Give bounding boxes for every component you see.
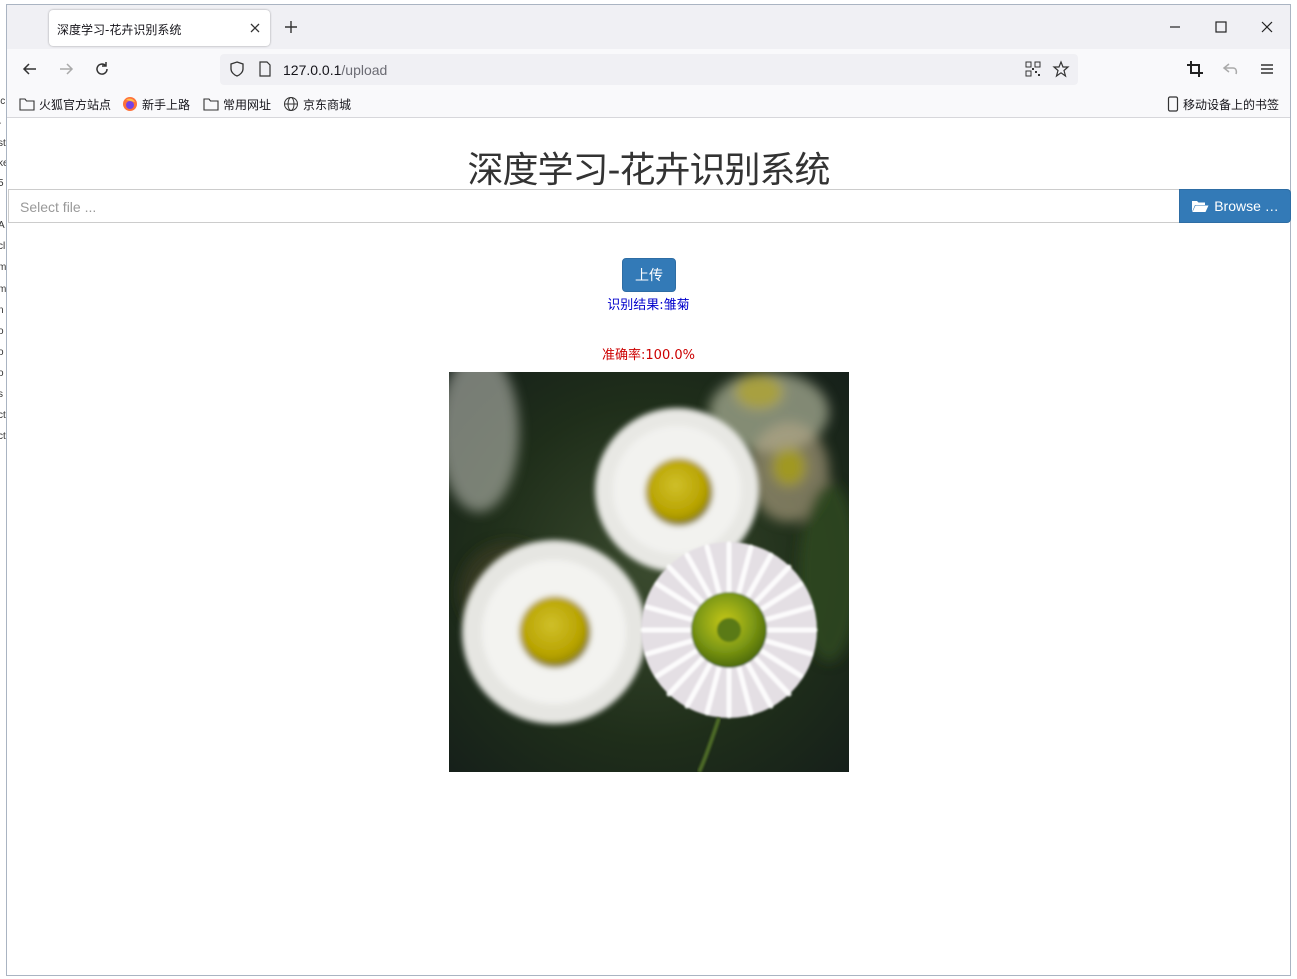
undo-icon[interactable] [1221,59,1241,79]
accuracy-text: 准确率:100.0% [602,348,695,363]
browser-window: 深度学习-花卉识别系统 127.0.0.1/upload 火狐官方站点 新手上路… [6,4,1291,976]
qr-code-icon[interactable] [1025,61,1041,77]
file-input-placeholder: Select file ... [20,199,97,215]
firefox-icon [123,97,137,111]
bookmark-label: 火狐官方站点 [39,97,112,112]
bookmark-item[interactable]: 火狐官方站点 [19,95,111,113]
active-tab[interactable]: 深度学习-花卉识别系统 [49,10,270,46]
folder-open-icon [1192,201,1209,212]
shield-icon[interactable] [228,60,246,78]
forward-icon[interactable] [56,59,76,79]
maximize-icon[interactable] [1211,17,1231,37]
bookmark-label: 新手上路 [142,97,191,112]
back-icon[interactable] [20,59,40,79]
mobile-bookmarks[interactable]: 移动设备上的书签 [1167,95,1279,113]
plus-icon[interactable] [281,17,301,37]
navigation-bar: 127.0.0.1/upload [7,49,1290,89]
bookmark-item[interactable]: 常用网址 [203,95,271,113]
menu-icon[interactable] [1257,59,1277,79]
bookmark-item[interactable]: 京东商城 [283,95,351,113]
tab-title: 深度学习-花卉识别系统 [57,23,182,37]
recognition-result: 识别结果:雏菊 [607,298,690,313]
close-icon[interactable] [246,19,264,37]
minimize-icon[interactable] [1165,17,1185,37]
uploaded-flower-image [449,372,849,772]
bookmark-label: 京东商城 [303,97,352,112]
browse-button[interactable]: Browse … [1179,189,1291,223]
page-icon [259,61,271,77]
star-icon[interactable] [1052,60,1070,78]
web-page: 深度学习-花卉识别系统 Select file ... Browse … 上传 … [7,119,1291,975]
close-window-icon[interactable] [1257,17,1277,37]
browse-label: Browse … [1214,198,1279,214]
bookmark-item[interactable]: 新手上路 [122,95,190,113]
upload-button[interactable]: 上传 [622,258,676,292]
mobile-icon [1167,96,1179,112]
folder-icon [203,98,219,111]
page-title: 深度学习-花卉识别系统 [467,150,831,191]
bookmarks-bar: 火狐官方站点 新手上路 常用网址 京东商城 移动设备上的书签 [7,89,1290,118]
folder-icon [19,98,35,111]
bookmark-label: 常用网址 [223,97,272,112]
url-text[interactable]: 127.0.0.1/upload [283,62,387,78]
file-input[interactable]: Select file ... [8,189,1179,223]
reload-icon[interactable] [92,59,112,79]
globe-icon [284,97,298,111]
tab-bar: 深度学习-花卉识别系统 [7,5,1290,49]
url-bar[interactable]: 127.0.0.1/upload [220,54,1078,85]
mobile-bookmarks-label: 移动设备上的书签 [1183,97,1280,112]
crop-icon[interactable] [1185,59,1205,79]
